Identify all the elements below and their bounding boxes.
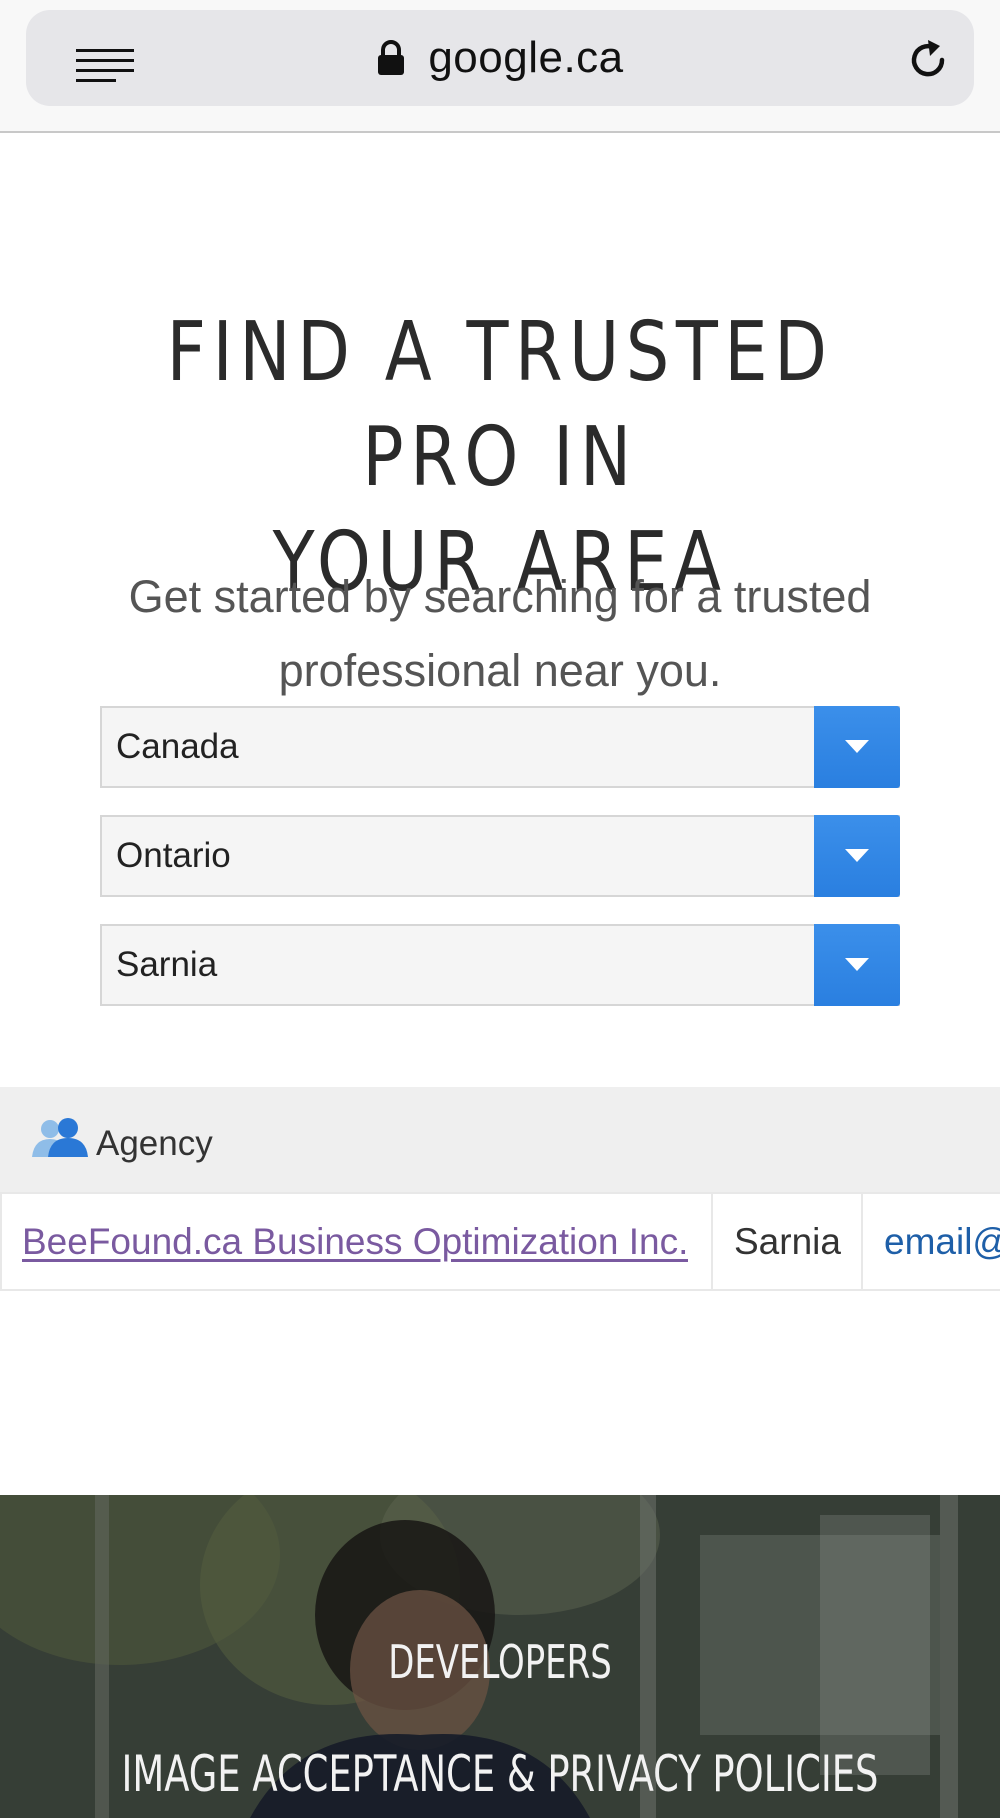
lock-icon: [378, 40, 405, 75]
province-select-value: Ontario: [116, 836, 231, 875]
footer-link-policies[interactable]: IMAGE ACCEPTANCE & PRIVACY POLICIES: [90, 1745, 910, 1803]
chevron-down-icon: [845, 740, 869, 753]
footer-link-developers[interactable]: DEVELOPERS: [90, 1635, 910, 1689]
users-icon: [32, 1118, 88, 1157]
address-bar[interactable]: google.ca: [26, 10, 974, 106]
cell-divider: [861, 1194, 863, 1289]
page-subtitle-line-2: professional near you.: [278, 645, 722, 696]
cell-divider: [0, 1194, 2, 1289]
chevron-down-icon: [845, 958, 869, 971]
url-text: google.ca: [428, 33, 624, 82]
company-link[interactable]: BeeFound.ca Business Optimization Inc.: [22, 1194, 688, 1289]
country-select-value: Canada: [116, 727, 239, 766]
country-select[interactable]: Canada: [100, 706, 900, 788]
page-subtitle: Get started by searching for a trusted p…: [60, 560, 940, 708]
footer: DEVELOPERS IMAGE ACCEPTANCE & PRIVACY PO…: [0, 1495, 1000, 1818]
cell-divider: [711, 1194, 713, 1289]
browser-toolbar: google.ca: [0, 0, 1000, 133]
results-header-label: Agency: [96, 1124, 213, 1163]
page-title-line-1: FIND A TRUSTED PRO IN: [166, 305, 834, 505]
city-select-value: Sarnia: [116, 945, 218, 984]
reload-icon[interactable]: [904, 36, 952, 84]
country-dropdown-button[interactable]: [814, 706, 900, 788]
province-dropdown-button[interactable]: [814, 815, 900, 897]
table-row: BeeFound.ca Business Optimization Inc. S…: [0, 1192, 1000, 1291]
province-select[interactable]: Ontario: [100, 815, 900, 897]
city-select[interactable]: Sarnia: [100, 924, 900, 1006]
company-email-link[interactable]: email@: [884, 1194, 1000, 1289]
company-city: Sarnia: [734, 1221, 841, 1262]
chevron-down-icon: [845, 849, 869, 862]
city-dropdown-button[interactable]: [814, 924, 900, 1006]
url-display[interactable]: google.ca: [26, 28, 974, 88]
page-subtitle-line-1: Get started by searching for a trusted: [128, 571, 872, 622]
results-header: Agency: [0, 1087, 1000, 1192]
